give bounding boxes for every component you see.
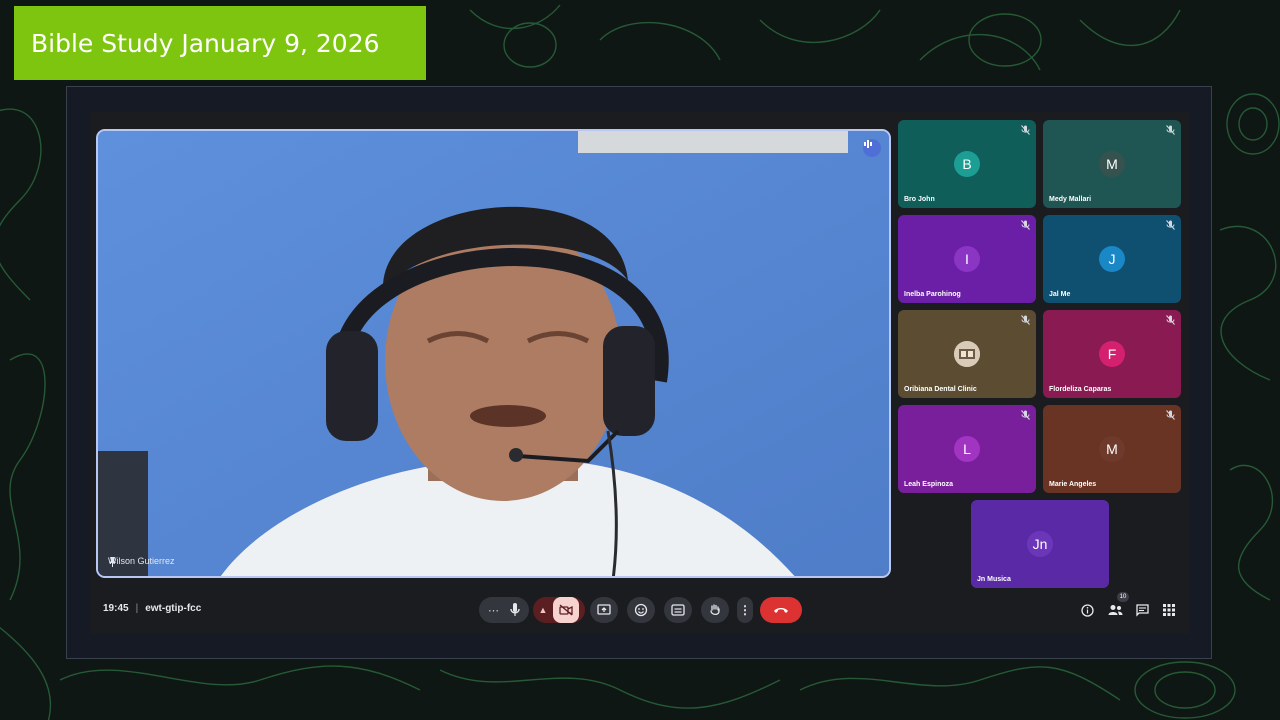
camera-off-icon <box>559 604 574 616</box>
chat-icon <box>1135 603 1149 617</box>
emoji-button[interactable] <box>627 597 655 623</box>
end-call-icon <box>774 608 788 613</box>
participant-name: Jn Musica <box>977 576 1011 583</box>
participant-tile[interactable]: Oribiana Dental Clinic <box>898 310 1036 398</box>
participant-tile[interactable]: F Flordeliza Caparas <box>1043 310 1181 398</box>
captions-icon <box>671 604 685 616</box>
participant-tile[interactable]: B Bro John <box>898 120 1036 208</box>
people-button[interactable] <box>1104 599 1126 621</box>
more-options-button[interactable]: ⋮ <box>737 597 753 623</box>
main-speaker-video[interactable]: Wilson Gutierrez <box>96 129 891 578</box>
participant-name: Oribiana Dental Clinic <box>904 386 977 393</box>
speaking-indicator-icon <box>863 139 881 157</box>
participant-avatar: I <box>954 246 980 272</box>
participant-count-badge: 10 <box>1117 592 1129 602</box>
pin-icon <box>109 557 116 567</box>
more-horiz-icon[interactable]: ⋯ <box>488 604 500 617</box>
chevron-up-icon[interactable]: ▲ <box>539 605 548 615</box>
mic-icon[interactable] <box>510 603 520 617</box>
participant-name: Jal Me <box>1049 291 1071 298</box>
participant-avatar: M <box>1099 151 1125 177</box>
end-call-button[interactable] <box>760 597 802 623</box>
participant-avatar: Jn <box>1027 531 1053 557</box>
speaker-video-frame <box>98 131 889 576</box>
participant-name: Inelba Parohinog <box>904 291 961 298</box>
participant-name: Medy Mallari <box>1049 196 1092 203</box>
captions-button[interactable] <box>664 597 692 623</box>
participant-avatar: F <box>1099 341 1125 367</box>
mic-control-group: ⋯ <box>479 597 529 623</box>
participant-tile[interactable]: I Inelba Parohinog <box>898 215 1036 303</box>
participant-avatar: B <box>954 151 980 177</box>
raise-hand-icon <box>710 604 720 616</box>
meeting-info-button[interactable] <box>1076 599 1098 621</box>
banner-title: Bible Study January 9, 2026 <box>31 28 380 58</box>
speaker-name: Wilson Gutierrez <box>108 556 175 566</box>
participant-avatar: J <box>1099 246 1125 272</box>
mic-muted-icon <box>1021 315 1030 325</box>
people-icon <box>1108 605 1122 615</box>
title-banner: Bible Study January 9, 2026 <box>14 6 426 80</box>
separator: | <box>135 603 139 614</box>
participant-tile[interactable]: Jn Jn Musica <box>971 500 1109 588</box>
participant-tile[interactable]: L Leah Espinoza <box>898 405 1036 493</box>
meeting-time: 19:45 <box>103 603 129 614</box>
raise-hand-button[interactable] <box>701 597 729 623</box>
clinic-photo <box>954 341 980 367</box>
participant-avatar: L <box>954 436 980 462</box>
activities-icon <box>1163 604 1175 616</box>
meeting-code: ewt-gtip-fcc <box>145 603 202 614</box>
participant-avatar: M <box>1099 436 1125 462</box>
present-icon <box>597 604 611 615</box>
emoji-icon <box>634 603 648 617</box>
mic-muted-icon <box>1166 410 1175 420</box>
participant-name: Leah Espinoza <box>904 481 954 488</box>
activities-button[interactable] <box>1158 599 1180 621</box>
participant-count: 10 <box>1119 594 1127 600</box>
participant-tile[interactable]: M Medy Mallari <box>1043 120 1181 208</box>
camera-control-group: ▲ <box>533 597 585 623</box>
chat-button[interactable] <box>1131 599 1153 621</box>
participant-name: Bro John <box>904 196 935 203</box>
mic-muted-icon <box>1021 125 1030 135</box>
mic-muted-icon <box>1021 220 1030 230</box>
participant-avatar <box>954 341 980 367</box>
info-icon <box>1080 603 1094 617</box>
participant-tile[interactable]: M Marie Angeles <box>1043 405 1181 493</box>
meeting-details: 19:45 | ewt-gtip-fcc <box>103 603 201 614</box>
present-button[interactable] <box>590 597 618 623</box>
speaker-label: Wilson Gutierrez <box>108 556 175 567</box>
mic-muted-icon <box>1021 410 1030 420</box>
participant-name: Marie Angeles <box>1049 481 1097 488</box>
more-vert-icon: ⋮ <box>739 603 751 617</box>
mic-muted-icon <box>1166 220 1175 230</box>
camera-off-button[interactable] <box>553 597 580 623</box>
mic-muted-icon <box>1166 315 1175 325</box>
participant-tile[interactable]: J Jal Me <box>1043 215 1181 303</box>
participant-name: Flordeliza Caparas <box>1049 386 1112 393</box>
mic-muted-icon <box>1166 125 1175 135</box>
